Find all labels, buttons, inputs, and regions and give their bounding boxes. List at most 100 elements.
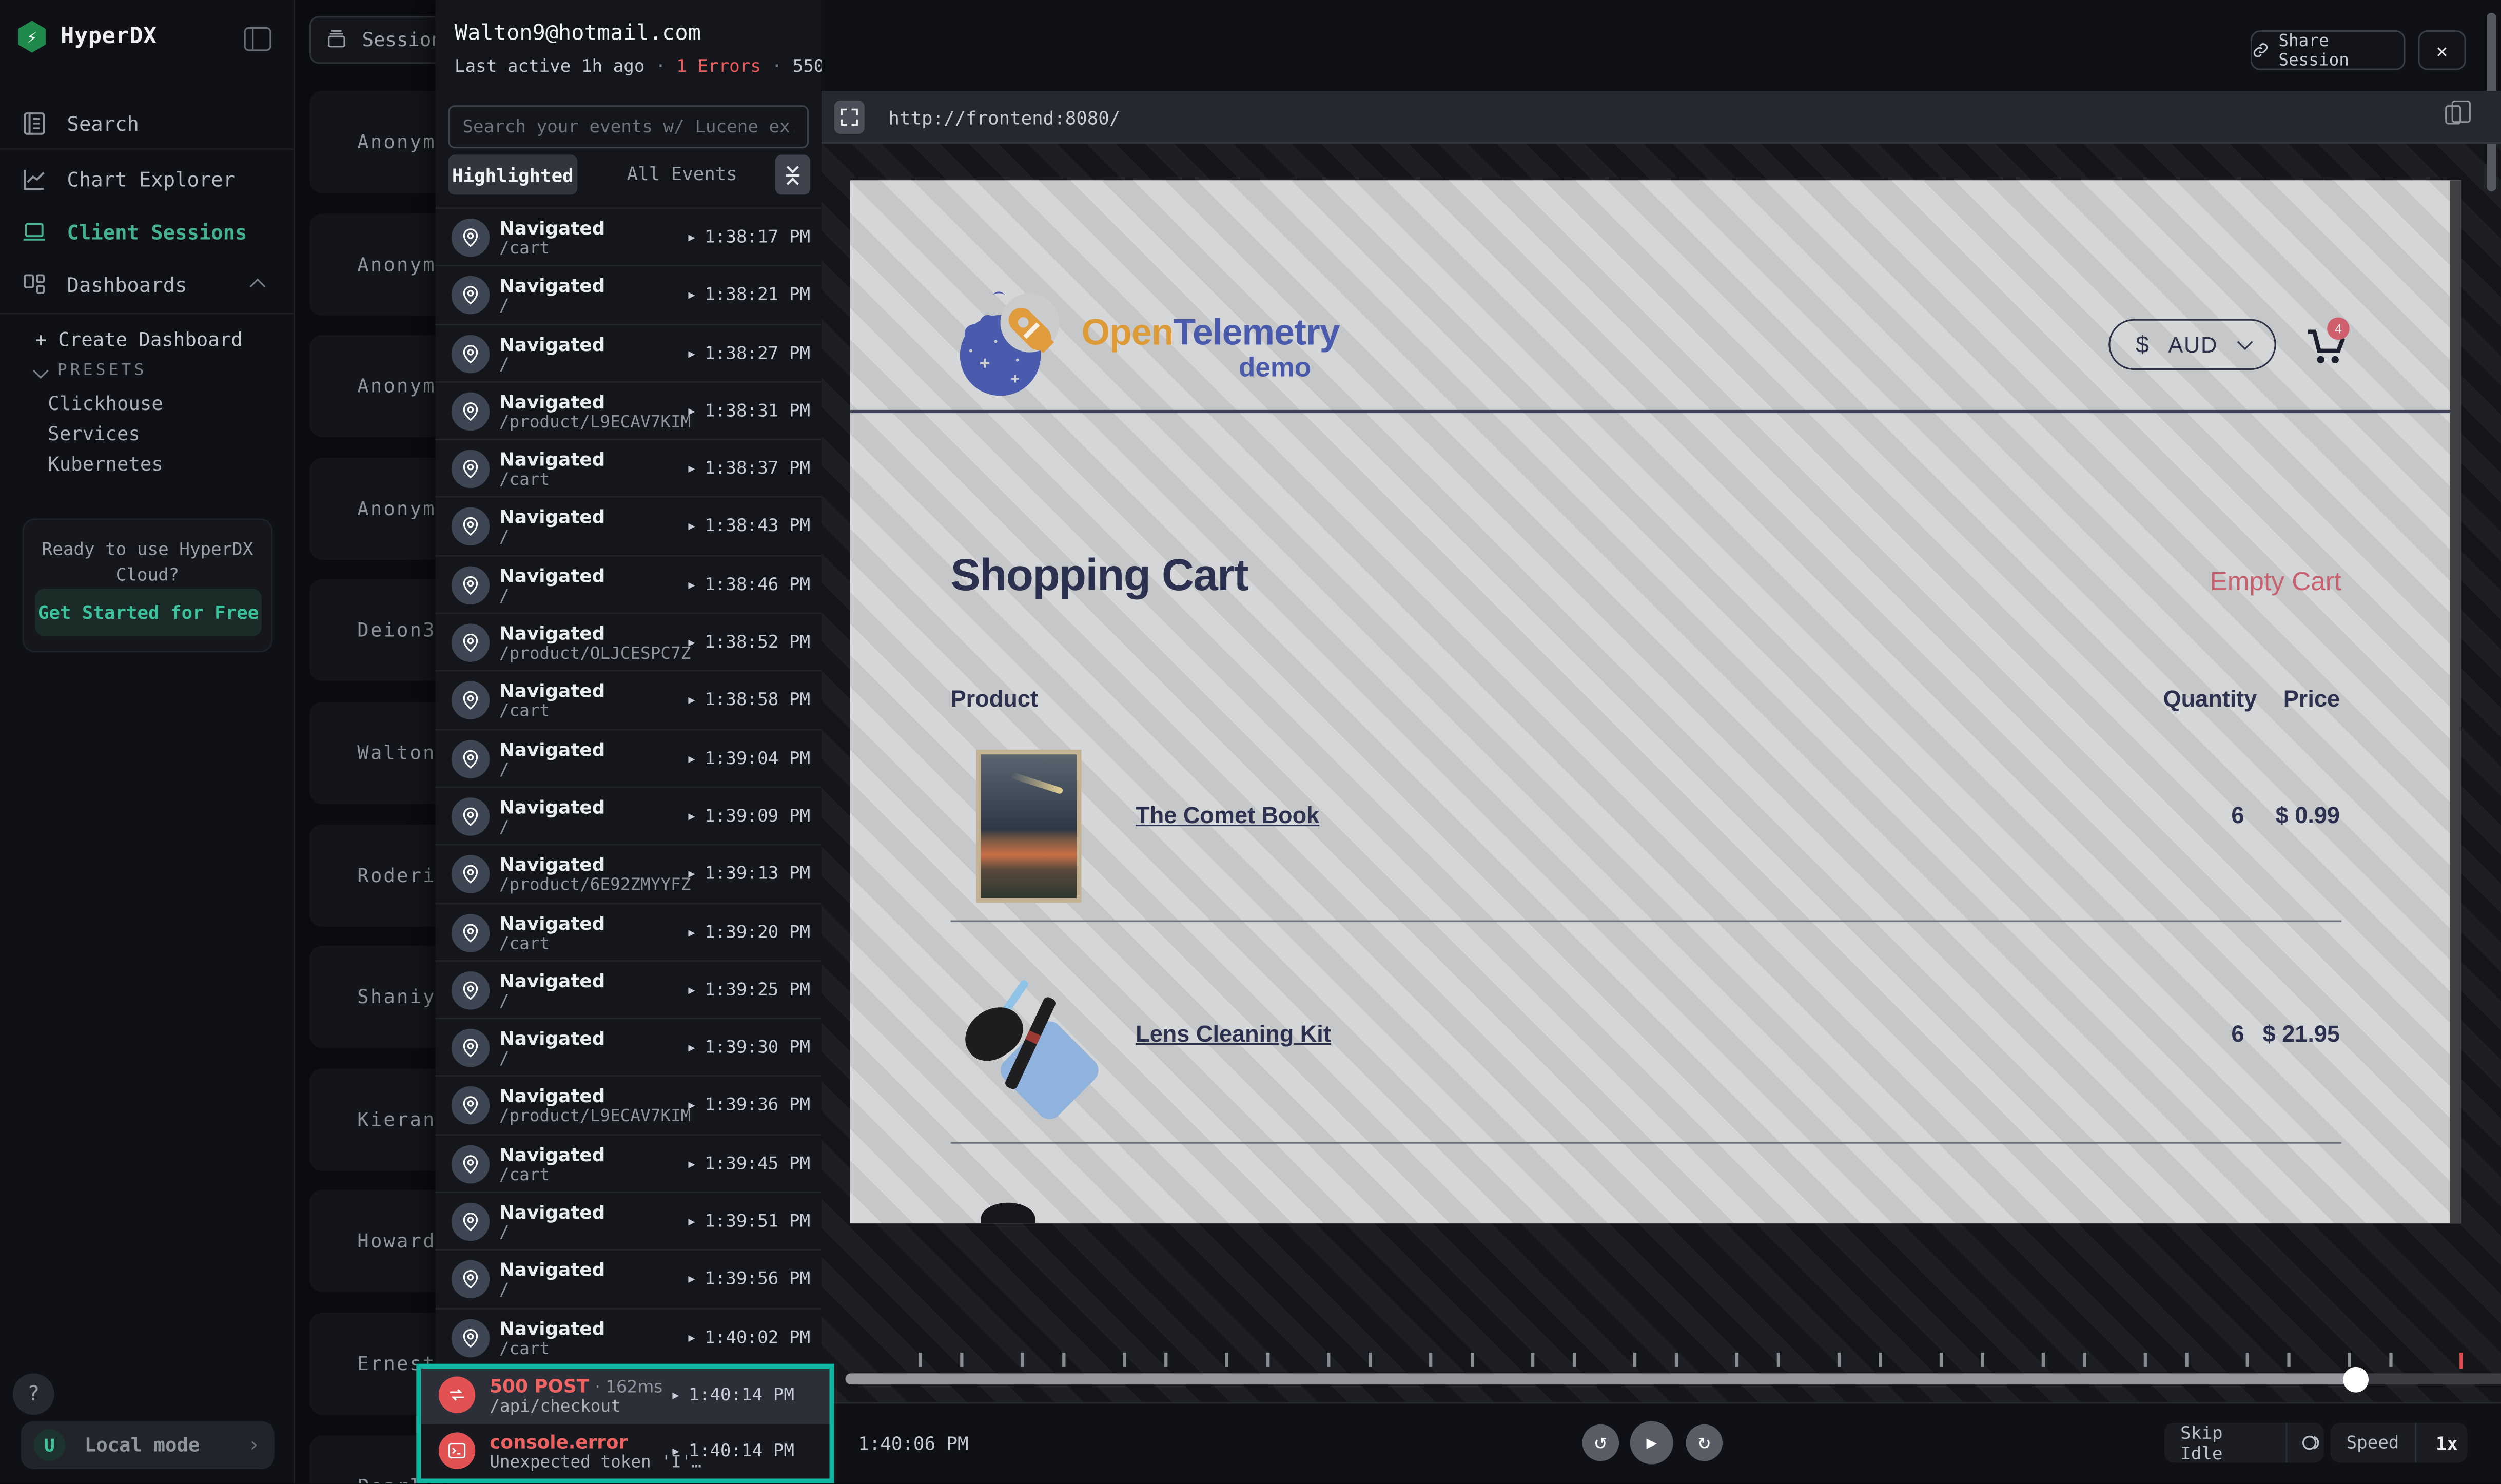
chevron-down-icon [33, 363, 49, 379]
sidebar-item-client-sessions[interactable]: Client Sessions [0, 207, 295, 255]
cart-count-badge: 4 [2327, 318, 2350, 340]
site-brand-demo: demo [1081, 353, 1311, 384]
rewind-button[interactable]: ↺ [1582, 1424, 1619, 1461]
event-row[interactable]: Navigated/1:38:43 PM [436, 497, 822, 555]
event-path: /cart [499, 702, 550, 721]
event-title: Navigated [499, 1317, 605, 1339]
event-row[interactable]: Navigated/cart1:38:37 PM [436, 439, 822, 497]
event-row[interactable]: Navigated/product/6E92ZMYYFZ1:39:13 PM [436, 844, 822, 902]
sidebar: ⚡ HyperDX Search Chart Explorer Client S… [0, 0, 295, 1483]
timeline-error-marker [2459, 1353, 2462, 1369]
preset-kubernetes[interactable]: Kubernetes [48, 453, 163, 476]
event-row[interactable]: Navigated/1:39:51 PM [436, 1192, 822, 1249]
map-pin-icon [452, 335, 490, 373]
error-event-row[interactable]: 500 POST · 162ms/api/checkout1:40:14 PM [421, 1369, 830, 1423]
timeline-tick [1879, 1353, 1882, 1367]
product-link[interactable]: The Comet Book [1136, 804, 1319, 830]
sidebar-item-chart-explorer[interactable]: Chart Explorer [0, 155, 295, 203]
preset-services[interactable]: Services [48, 423, 140, 445]
timeline-tick [2246, 1353, 2249, 1367]
create-dashboard-button[interactable]: + Create Dashboard [35, 328, 242, 351]
event-time: 1:39:45 PM [688, 1153, 810, 1174]
event-row[interactable]: Navigated/product/L9ECAV7KIM1:39:36 PM [436, 1076, 822, 1134]
event-title: Navigated [499, 333, 605, 355]
event-row[interactable]: Navigated/1:39:25 PM [436, 960, 822, 1018]
forward-button[interactable]: ↻ [1686, 1424, 1723, 1461]
event-title: Navigated [499, 275, 605, 298]
product-link[interactable]: Lens Cleaning Kit [1136, 1022, 1331, 1048]
event-row[interactable]: Navigated/cart1:38:58 PM [436, 671, 822, 729]
app-title: HyperDX [61, 24, 157, 50]
speed-control[interactable]: Speed 1x [2330, 1423, 2467, 1463]
timeline-tick [2144, 1353, 2146, 1367]
timeline-ruler[interactable] [845, 1353, 2501, 1372]
event-row[interactable]: Navigated/product/OLJCESPC7Z1:38:52 PM [436, 613, 822, 671]
currency-selector[interactable]: $ AUD [2108, 319, 2276, 370]
event-path: / [499, 297, 510, 316]
tab-highlighted[interactable]: Highlighted [448, 155, 577, 195]
timeline-tick [1123, 1353, 1125, 1367]
help-button[interactable]: ? [13, 1373, 54, 1415]
event-row[interactable]: Navigated/1:39:09 PM [436, 786, 822, 844]
event-row[interactable]: Navigated/1:38:21 PM [436, 265, 822, 323]
session-title: Walton9@hotmail.com [455, 21, 701, 46]
event-row[interactable]: Navigated/cart1:39:45 PM [436, 1134, 822, 1192]
event-row[interactable]: Navigated/1:39:04 PM [436, 729, 822, 787]
event-row[interactable]: Navigated/1:39:30 PM [436, 1018, 822, 1076]
event-row[interactable]: Navigated/1:38:46 PM [436, 555, 822, 613]
share-session-button[interactable]: Share Session [2251, 30, 2406, 70]
event-title: Navigated [499, 448, 605, 471]
event-path: /cart [499, 1165, 550, 1184]
map-pin-icon [452, 566, 490, 604]
local-mode-menu[interactable]: U Local mode › [21, 1421, 274, 1469]
map-pin-icon [452, 508, 490, 546]
get-started-button[interactable]: Get Started for Free [35, 589, 261, 636]
event-search-input[interactable] [448, 105, 808, 148]
event-title: Navigated [499, 622, 605, 645]
playback-progress-bar[interactable] [845, 1373, 2501, 1384]
close-button[interactable]: ✕ [2418, 30, 2466, 70]
error-title: console.error [490, 1430, 628, 1453]
sessions-list-panel: Sessions AnonymousAnonymousAnonymousAnon… [295, 0, 436, 1483]
event-row[interactable]: Navigated/cart1:38:17 PM [436, 207, 822, 265]
app-logo[interactable]: ⚡ HyperDX [16, 21, 157, 52]
sidebar-collapse-icon[interactable] [244, 27, 271, 51]
play-button[interactable]: ▶ [1630, 1421, 1673, 1465]
local-mode-label: Local mode [85, 1434, 200, 1456]
timeline-tick [1266, 1353, 1269, 1367]
sidebar-item-dashboards[interactable]: Dashboards [0, 260, 295, 308]
event-time: 1:38:37 PM [688, 458, 810, 479]
presets-header[interactable]: PRESETS [35, 362, 147, 380]
event-path: /product/OLJCESPC7Z [499, 645, 691, 663]
event-title: Navigated [499, 854, 605, 876]
tab-all-events[interactable]: All Events [627, 163, 737, 185]
timeline-tick [1369, 1353, 1371, 1367]
event-row[interactable]: Navigated/cart1:40:02 PM [436, 1307, 822, 1364]
expand-icon[interactable] [834, 101, 865, 134]
cart-button[interactable]: 4 [2305, 327, 2353, 368]
collapse-events-button[interactable] [775, 155, 810, 195]
event-time: 1:38:46 PM [688, 574, 810, 594]
map-pin-icon [452, 450, 490, 489]
empty-cart-button[interactable]: Empty Cart [2022, 568, 2341, 598]
skip-idle-toggle[interactable]: Skip Idle [2164, 1423, 2324, 1463]
map-pin-icon [452, 797, 490, 836]
site-scrollbar[interactable] [2450, 180, 2461, 1223]
event-row[interactable]: Navigated/1:39:56 PM [436, 1249, 822, 1307]
timeline-tick [1062, 1353, 1065, 1367]
column-header-product: Product [951, 688, 1038, 713]
toggle-icon [2301, 1431, 2324, 1455]
sidebar-item-search[interactable]: Search [0, 99, 295, 147]
preset-clickhouse[interactable]: Clickhouse [48, 393, 163, 415]
map-pin-icon [452, 392, 490, 431]
share-session-label: Share Session [2278, 31, 2404, 70]
event-title: Navigated [499, 217, 605, 240]
event-row[interactable]: Navigated/1:38:27 PM [436, 323, 822, 381]
timeline-tick [2083, 1353, 2086, 1367]
event-path: / [499, 1223, 510, 1242]
event-row[interactable]: Navigated/cart1:39:20 PM [436, 902, 822, 960]
error-event-row[interactable]: console.error Unexpected token 'I'…1:40:… [421, 1423, 830, 1478]
copy-icon[interactable] [2445, 105, 2461, 124]
event-row[interactable]: Navigated/product/L9ECAV7KIM1:38:31 PM [436, 381, 822, 439]
timeline-tick [1021, 1353, 1023, 1367]
